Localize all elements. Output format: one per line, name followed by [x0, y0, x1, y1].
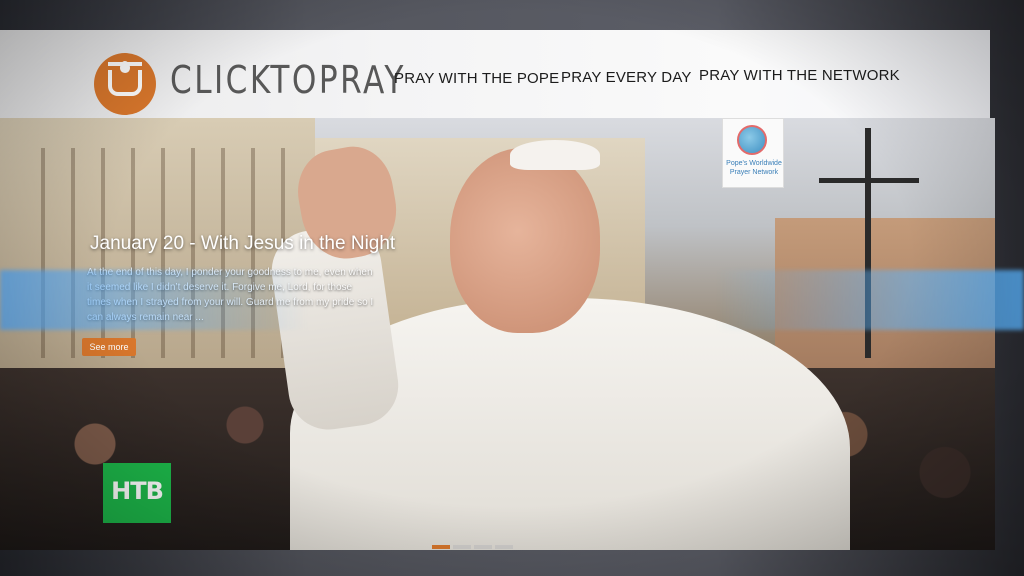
brand-name[interactable]: CLICKTOPRAY	[170, 58, 406, 102]
slider-dot[interactable]	[453, 545, 471, 549]
nav-pray-every-day[interactable]: PRAY EVERY DAY	[561, 69, 692, 86]
hero-photo-lamppost	[819, 128, 919, 358]
screen: CLICKTOPRAY PRAY WITH THE POPE PRAY EVER…	[0, 0, 1024, 576]
clicktopray-logo[interactable]	[94, 53, 156, 115]
slider-dot[interactable]	[432, 545, 450, 549]
see-more-button[interactable]: See more	[82, 338, 136, 356]
pope-zucchetto	[510, 140, 600, 170]
candle-cup-icon	[108, 62, 142, 96]
badge-text: Pope's Worldwide Prayer Network	[726, 160, 782, 176]
prayer-network-badge[interactable]: Pope's Worldwide Prayer Network	[722, 118, 784, 188]
hero-description: At the end of this day, I ponder your go…	[87, 267, 374, 323]
nav-pray-with-the-pope[interactable]: PRAY WITH THE POPE	[394, 70, 559, 87]
slider-dot[interactable]	[495, 545, 513, 549]
globe-heart-icon	[737, 125, 767, 155]
slider-dot[interactable]	[474, 545, 492, 549]
hero-title: January 20 - With Jesus in the Night	[90, 233, 396, 254]
ntv-logo-text: НТВ	[111, 477, 164, 505]
hero-photo-pope	[260, 140, 850, 550]
ntv-channel-logo: НТВ	[103, 463, 171, 523]
pope-head	[450, 148, 600, 333]
slider-pagination	[432, 536, 516, 549]
nav-pray-with-the-network[interactable]: PRAY WITH THE NETWORK	[699, 67, 900, 84]
